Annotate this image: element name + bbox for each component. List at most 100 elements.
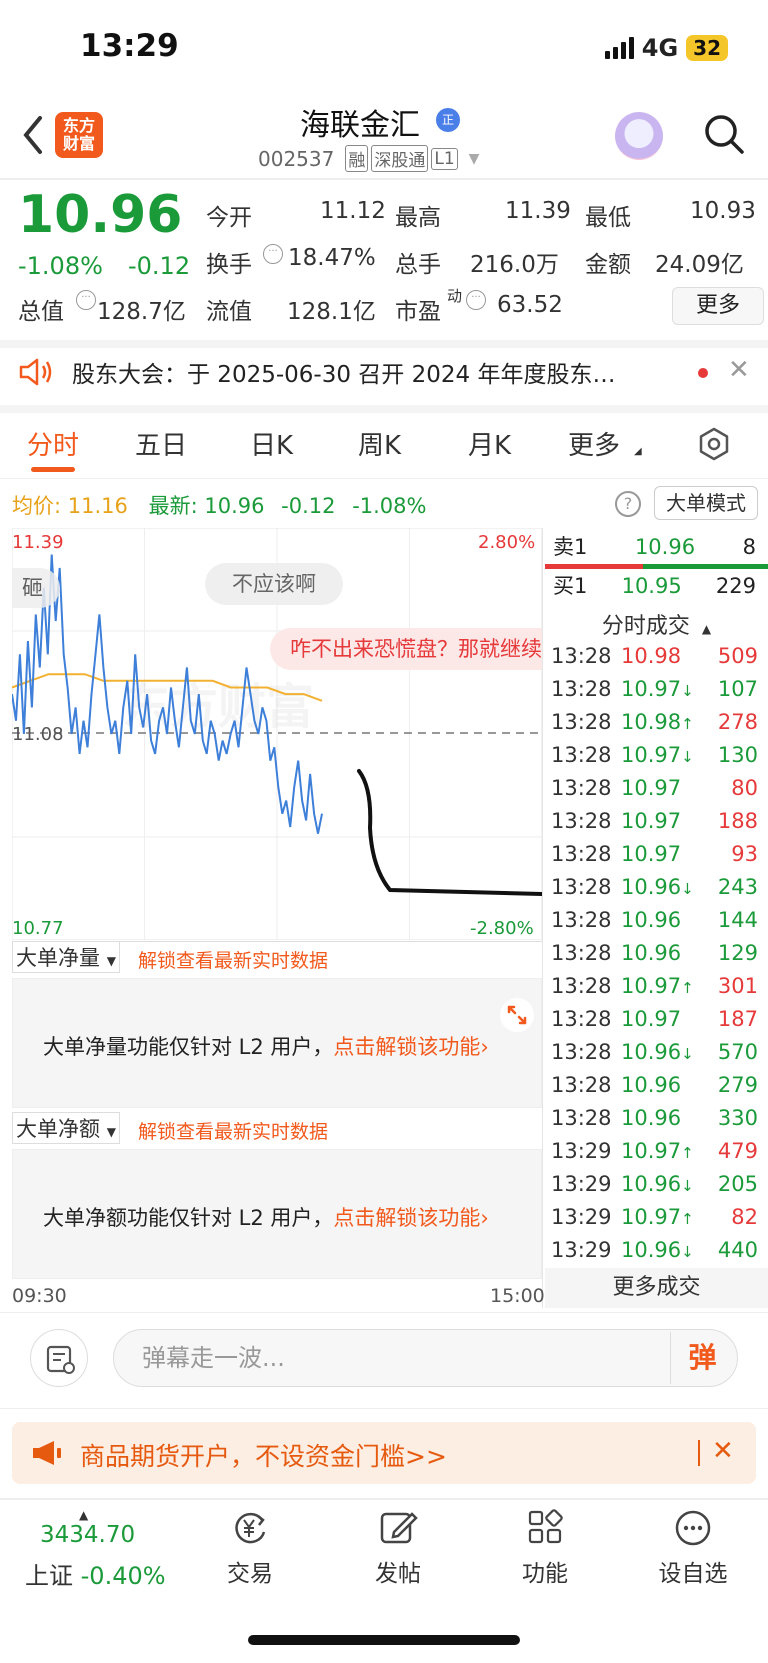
trade-volume: 205 [717,1172,758,1196]
home-indicator [248,1635,520,1645]
trade-time: 13:29 [551,1172,612,1196]
stock-name: 海联金汇 [300,108,420,143]
gear-icon[interactable] [697,427,731,461]
trade-time: 13:29 [551,1238,612,1262]
trade-row: 13:28 10.96 330 [545,1102,768,1135]
trade-row: 13:28 10.96↓ 570 [545,1036,768,1069]
trade-price: 10.97 [621,842,682,866]
trade-volume: 82 [731,1205,758,1229]
trade-row: 13:28 10.98 509 [545,640,768,673]
trade-volume: 570 [717,1040,758,1064]
speaker-icon [19,358,52,386]
trade-volume: 278 [717,710,758,734]
info-dots-icon[interactable]: ··· [263,244,283,264]
more-trades-button[interactable]: 更多成交 [545,1268,768,1308]
nav-add-watchlist[interactable]: 设自选 [643,1508,743,1588]
stock-code: 002537 [258,146,335,171]
close-icon[interactable]: ✕ [728,355,750,385]
tab-weekly[interactable]: 周K [358,425,401,462]
danmu-bubble[interactable]: 不应该啊 [205,563,343,605]
stock-code-row[interactable]: 002537 融 深股通 L1 ▼ [258,145,479,172]
y-bot-label: 10.77 [12,918,64,939]
trade-time: 13:28 [551,1106,612,1130]
l2-lock-message[interactable]: 大单净量功能仅针对 L2 用户，点击解锁该功能› [43,1031,489,1061]
big-order-mode-button[interactable]: 大单模式 [654,486,758,520]
trade-row: 13:28 10.97 93 [545,838,768,871]
back-icon[interactable] [18,110,48,160]
trade-time: 13:28 [551,908,612,932]
nav-label: 交易 [227,1561,273,1587]
help-icon[interactable]: ? [615,491,641,517]
nav-label: 发帖 [375,1561,421,1587]
more-button[interactable]: 更多 [672,287,764,325]
trade-time: 13:28 [551,809,612,833]
tab-monthly[interactable]: 月K [468,425,511,462]
trade-volume: 440 [717,1238,758,1262]
trade-time: 13:29 [551,1205,612,1229]
field-label: 总值 [18,299,64,325]
divider [0,340,768,348]
trades-title[interactable]: 分时成交 ▲ [545,608,768,640]
trade-yen-icon [235,1512,266,1544]
trade-time: 13:28 [551,974,612,998]
danmu-input[interactable]: 弹幕走一波... [113,1329,738,1387]
notice-text[interactable]: 股东大会：于 2025-06-30 召开 2024 年年度股东… [72,355,672,389]
signal-icon [604,37,634,59]
trade-price: 10.96 [621,1106,682,1130]
danmu-bubble[interactable]: 砸 [12,568,60,608]
field-sup: 动 [447,287,463,305]
nav-trade[interactable]: 交易 [200,1508,300,1588]
unlock-link[interactable]: 解锁查看最新实时数据 [138,946,328,973]
index-value[interactable]: 3434.70 [40,1522,135,1548]
info-dots-icon[interactable]: ··· [466,290,486,310]
index-row[interactable]: 上证 -0.40% [25,1556,166,1591]
nav-functions[interactable]: 功能 [495,1508,595,1588]
danmu-bubble[interactable]: 咋不出来恐慌盘？那就继续 [270,628,542,670]
robot-avatar-icon[interactable] [615,112,663,160]
net-amount-panel: 大单净额功能仅针对 L2 用户，点击解锁该功能› [12,1149,542,1279]
danmu-settings-icon[interactable] [30,1329,88,1387]
ad-text[interactable]: 商品期货开户，不设资金门槛>> [80,1437,447,1473]
tab-five-day[interactable]: 五日 [135,425,187,462]
danmu-send-button[interactable]: 弹 [670,1332,734,1384]
hand-drawn-stroke [357,769,542,896]
trade-price: 10.97↑ [621,1139,694,1163]
trade-price: 10.96↓ [621,1172,694,1196]
tab-intraday[interactable]: 分时 [27,425,79,462]
tab-more[interactable]: 更多 [568,425,620,462]
net-amount-select[interactable]: 大单净额 ▼ [12,1112,120,1144]
trade-price: 10.96↓ [621,1238,694,1262]
trade-volume: 187 [717,1007,758,1031]
net-volume-select[interactable]: 大单净量 ▼ [12,941,120,973]
tab-underline [31,467,75,472]
trade-row: 13:28 10.96↓ 243 [545,871,768,904]
trade-price: 10.96↓ [621,875,694,899]
unlock-link[interactable]: 解锁查看最新实时数据 [138,1117,328,1144]
trade-time: 13:28 [551,941,612,965]
info-dots-icon[interactable]: ··· [76,290,96,310]
trade-list[interactable]: 13:28 10.98 509 13:28 10.97↓ 107 13:28 10.98↑ 27… [545,640,768,1267]
trade-time: 13:28 [551,1073,612,1097]
field-label: 流值 [206,299,252,325]
expand-icon[interactable] [499,997,535,1033]
nav-post[interactable]: 发帖 [348,1508,448,1588]
sort-up-icon: ▲ [701,622,712,636]
field-label: 今开 [206,205,252,231]
change-percent: -1.08% [18,252,103,280]
l2-lock-message[interactable]: 大单净额功能仅针对 L2 用户，点击解锁该功能› [43,1202,489,1232]
search-icon[interactable] [703,113,745,155]
field-value: 11.39 [505,198,571,224]
latest-value: 10.96 [204,494,265,518]
trade-volume: 130 [717,743,758,767]
trade-price: 10.97↑ [621,1205,694,1229]
nav-label: 功能 [522,1561,568,1587]
trade-price: 10.97 [621,1007,682,1031]
dropdown-icon: ▼ [106,954,116,968]
expand-up-icon[interactable]: ▲ [79,1508,88,1522]
field-value: 63.52 [497,292,563,318]
tab-daily[interactable]: 日K [250,425,293,462]
trade-row: 13:28 10.96 144 [545,904,768,937]
trade-row: 13:29 10.96↓ 205 [545,1168,768,1201]
close-icon[interactable]: ✕ [712,1436,734,1466]
trade-volume: 479 [717,1139,758,1163]
